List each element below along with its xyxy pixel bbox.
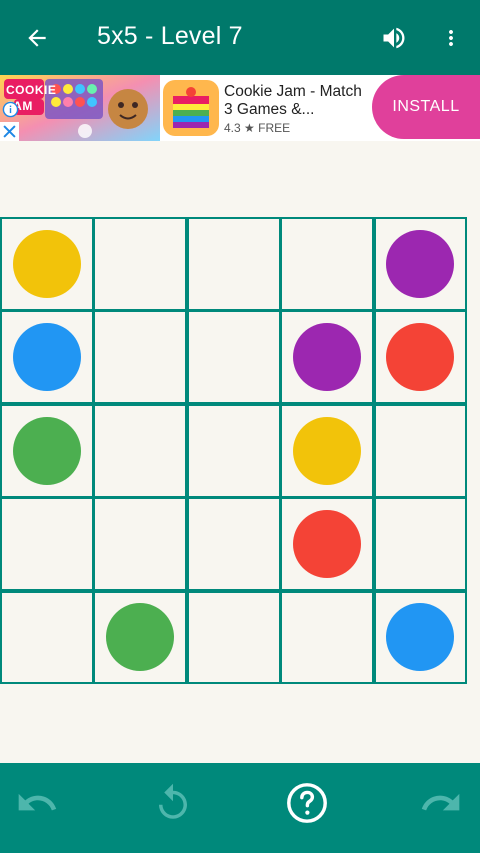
ad-title[interactable]: Cookie Jam - Match 3 Games &...: [224, 83, 374, 119]
board-cell[interactable]: [373, 217, 468, 311]
undo-icon: [18, 793, 57, 811]
more-vert-icon: [449, 30, 453, 46]
ad-close-button[interactable]: [0, 122, 19, 141]
board-cell[interactable]: [280, 497, 374, 591]
board-cell[interactable]: [93, 217, 188, 311]
back-button[interactable]: [18, 20, 56, 56]
board-cell[interactable]: [0, 497, 94, 591]
help-circle-icon: [287, 783, 327, 823]
page-title: 5x5 - Level 7: [97, 22, 243, 50]
ad-rating-value: 4.3: [224, 121, 241, 135]
star-icon: ★: [244, 121, 255, 135]
install-button[interactable]: INSTALL: [372, 75, 480, 139]
board-cell[interactable]: [373, 310, 468, 405]
board-cell[interactable]: [373, 497, 468, 591]
board-cell[interactable]: [93, 497, 188, 591]
ad-info-button[interactable]: [2, 101, 19, 118]
board-cell[interactable]: [280, 590, 374, 685]
board-cell[interactable]: [93, 403, 188, 498]
ad-image[interactable]: COOKIE JAM: [0, 75, 160, 141]
cake-icon: [163, 80, 219, 136]
volume-icon: [383, 27, 405, 49]
board-cell[interactable]: [186, 217, 281, 311]
board-cell[interactable]: [93, 310, 188, 405]
info-icon: [2, 101, 19, 118]
board-cell[interactable]: [186, 310, 281, 405]
ad-rating: 4.3 ★ FREE: [224, 121, 290, 135]
restart-button[interactable]: [150, 780, 196, 826]
board-cell[interactable]: [186, 403, 281, 498]
redo-button[interactable]: [418, 780, 464, 826]
board-cell[interactable]: [280, 403, 374, 498]
arrow-left-icon: [28, 29, 46, 47]
colored-dot[interactable]: [386, 229, 455, 298]
board-cell[interactable]: [0, 310, 94, 405]
redo-icon: [421, 793, 460, 811]
restart-icon: [159, 783, 187, 819]
board-cell[interactable]: [373, 590, 468, 685]
board-cell[interactable]: [186, 497, 281, 591]
colored-dot[interactable]: [293, 416, 362, 485]
close-icon: [3, 125, 16, 138]
undo-button[interactable]: [14, 780, 60, 826]
ad-app-icon[interactable]: [163, 80, 219, 136]
board-cell[interactable]: [0, 217, 94, 311]
help-button[interactable]: [284, 780, 330, 826]
board-cell[interactable]: [0, 403, 94, 498]
colored-dot[interactable]: [293, 323, 362, 392]
colored-dot[interactable]: [386, 603, 455, 672]
colored-dot[interactable]: [12, 323, 81, 392]
colored-dot[interactable]: [12, 416, 81, 485]
app-bar: 5x5 - Level 7: [0, 0, 480, 75]
ad-price: FREE: [258, 121, 291, 135]
colored-dot[interactable]: [293, 510, 362, 579]
board-cell[interactable]: [373, 403, 468, 498]
sound-toggle-button[interactable]: [376, 20, 412, 56]
colored-dot[interactable]: [386, 323, 455, 392]
colored-dot[interactable]: [12, 229, 81, 298]
colored-dot[interactable]: [106, 603, 175, 672]
board-cell[interactable]: [280, 310, 374, 405]
ad-banner[interactable]: COOKIE JAM Cookie Jam - Match 3 Games &.…: [0, 75, 480, 141]
more-options-button[interactable]: [436, 20, 466, 56]
board-cell[interactable]: [186, 590, 281, 685]
game-board[interactable]: [0, 217, 469, 686]
board-cell[interactable]: [93, 590, 188, 685]
board-cell[interactable]: [0, 590, 94, 685]
bottom-bar: [0, 763, 480, 853]
board-cell[interactable]: [280, 217, 374, 311]
